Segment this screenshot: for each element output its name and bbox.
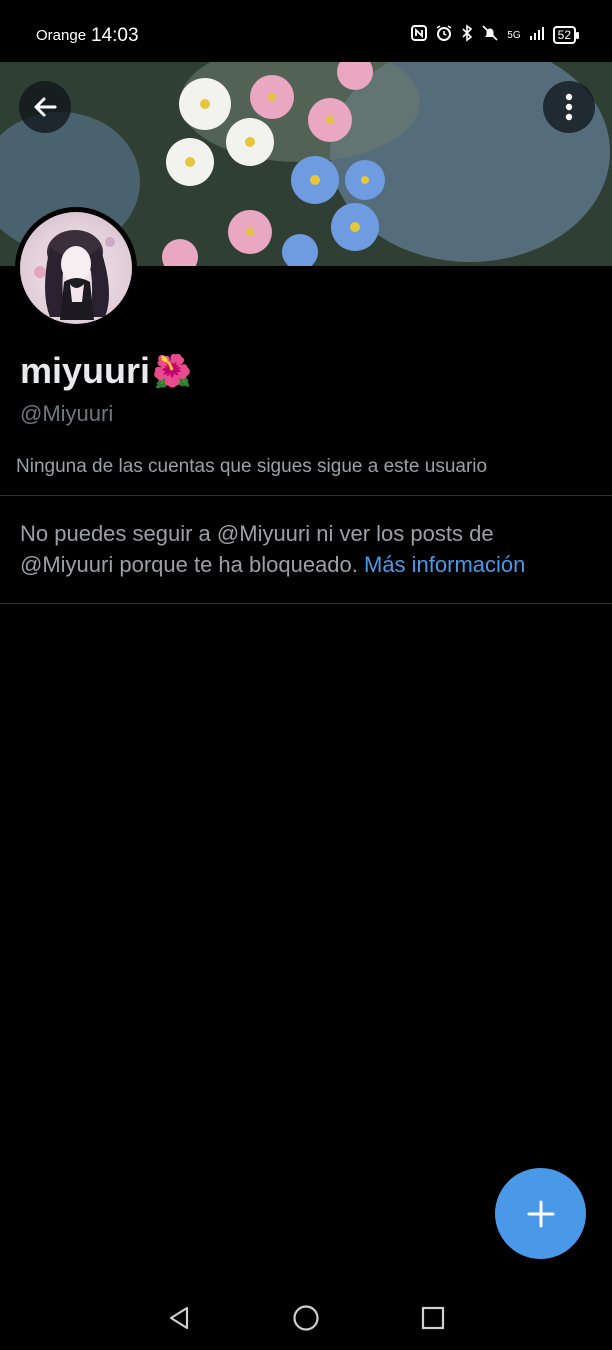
nav-recents-button[interactable] xyxy=(408,1285,458,1350)
back-arrow-icon xyxy=(34,97,57,117)
more-vertical-icon xyxy=(565,93,573,121)
profile-display-name: miyuuri 🌺 xyxy=(20,350,192,392)
triangle-back-icon xyxy=(169,1306,189,1329)
carrier-label: Orange xyxy=(36,27,87,44)
compose-button[interactable] xyxy=(495,1168,586,1259)
signal-icon xyxy=(529,25,545,45)
divider xyxy=(0,495,612,496)
nav-back-button[interactable] xyxy=(154,1285,204,1350)
bluetooth-icon xyxy=(461,24,473,46)
circle-home-icon xyxy=(293,1304,319,1331)
bell-muted-icon xyxy=(481,24,499,46)
followers-you-know-note: Ninguna de las cuentas que sigues sigue … xyxy=(16,456,488,477)
plus-icon xyxy=(527,1200,554,1227)
status-icons: 5G 52 xyxy=(411,24,580,46)
divider xyxy=(0,603,612,604)
more-options-button[interactable] xyxy=(543,81,595,133)
alarm-icon xyxy=(435,24,453,46)
battery-level: 52 xyxy=(552,26,580,44)
system-nav-bar xyxy=(0,1285,612,1350)
display-name-text: miyuuri xyxy=(20,350,151,391)
clock-time: 14:03 xyxy=(91,25,139,46)
back-button[interactable] xyxy=(19,81,71,133)
blocked-message: No puedes seguir a @Miyuuri ni ver los p… xyxy=(20,518,590,580)
network-type-label: 5G xyxy=(507,29,521,41)
square-recents-icon xyxy=(421,1306,445,1329)
hibiscus-emoji: 🌺 xyxy=(152,353,192,389)
avatar-image xyxy=(20,212,132,324)
profile-avatar[interactable] xyxy=(15,207,137,329)
nav-home-button[interactable] xyxy=(281,1285,331,1350)
nfc-icon xyxy=(411,25,428,45)
learn-more-link[interactable]: Más información xyxy=(364,552,525,577)
status-bar: Orange 14:03 5G 52 xyxy=(0,0,612,62)
profile-handle: @Miyuuri xyxy=(20,401,114,426)
